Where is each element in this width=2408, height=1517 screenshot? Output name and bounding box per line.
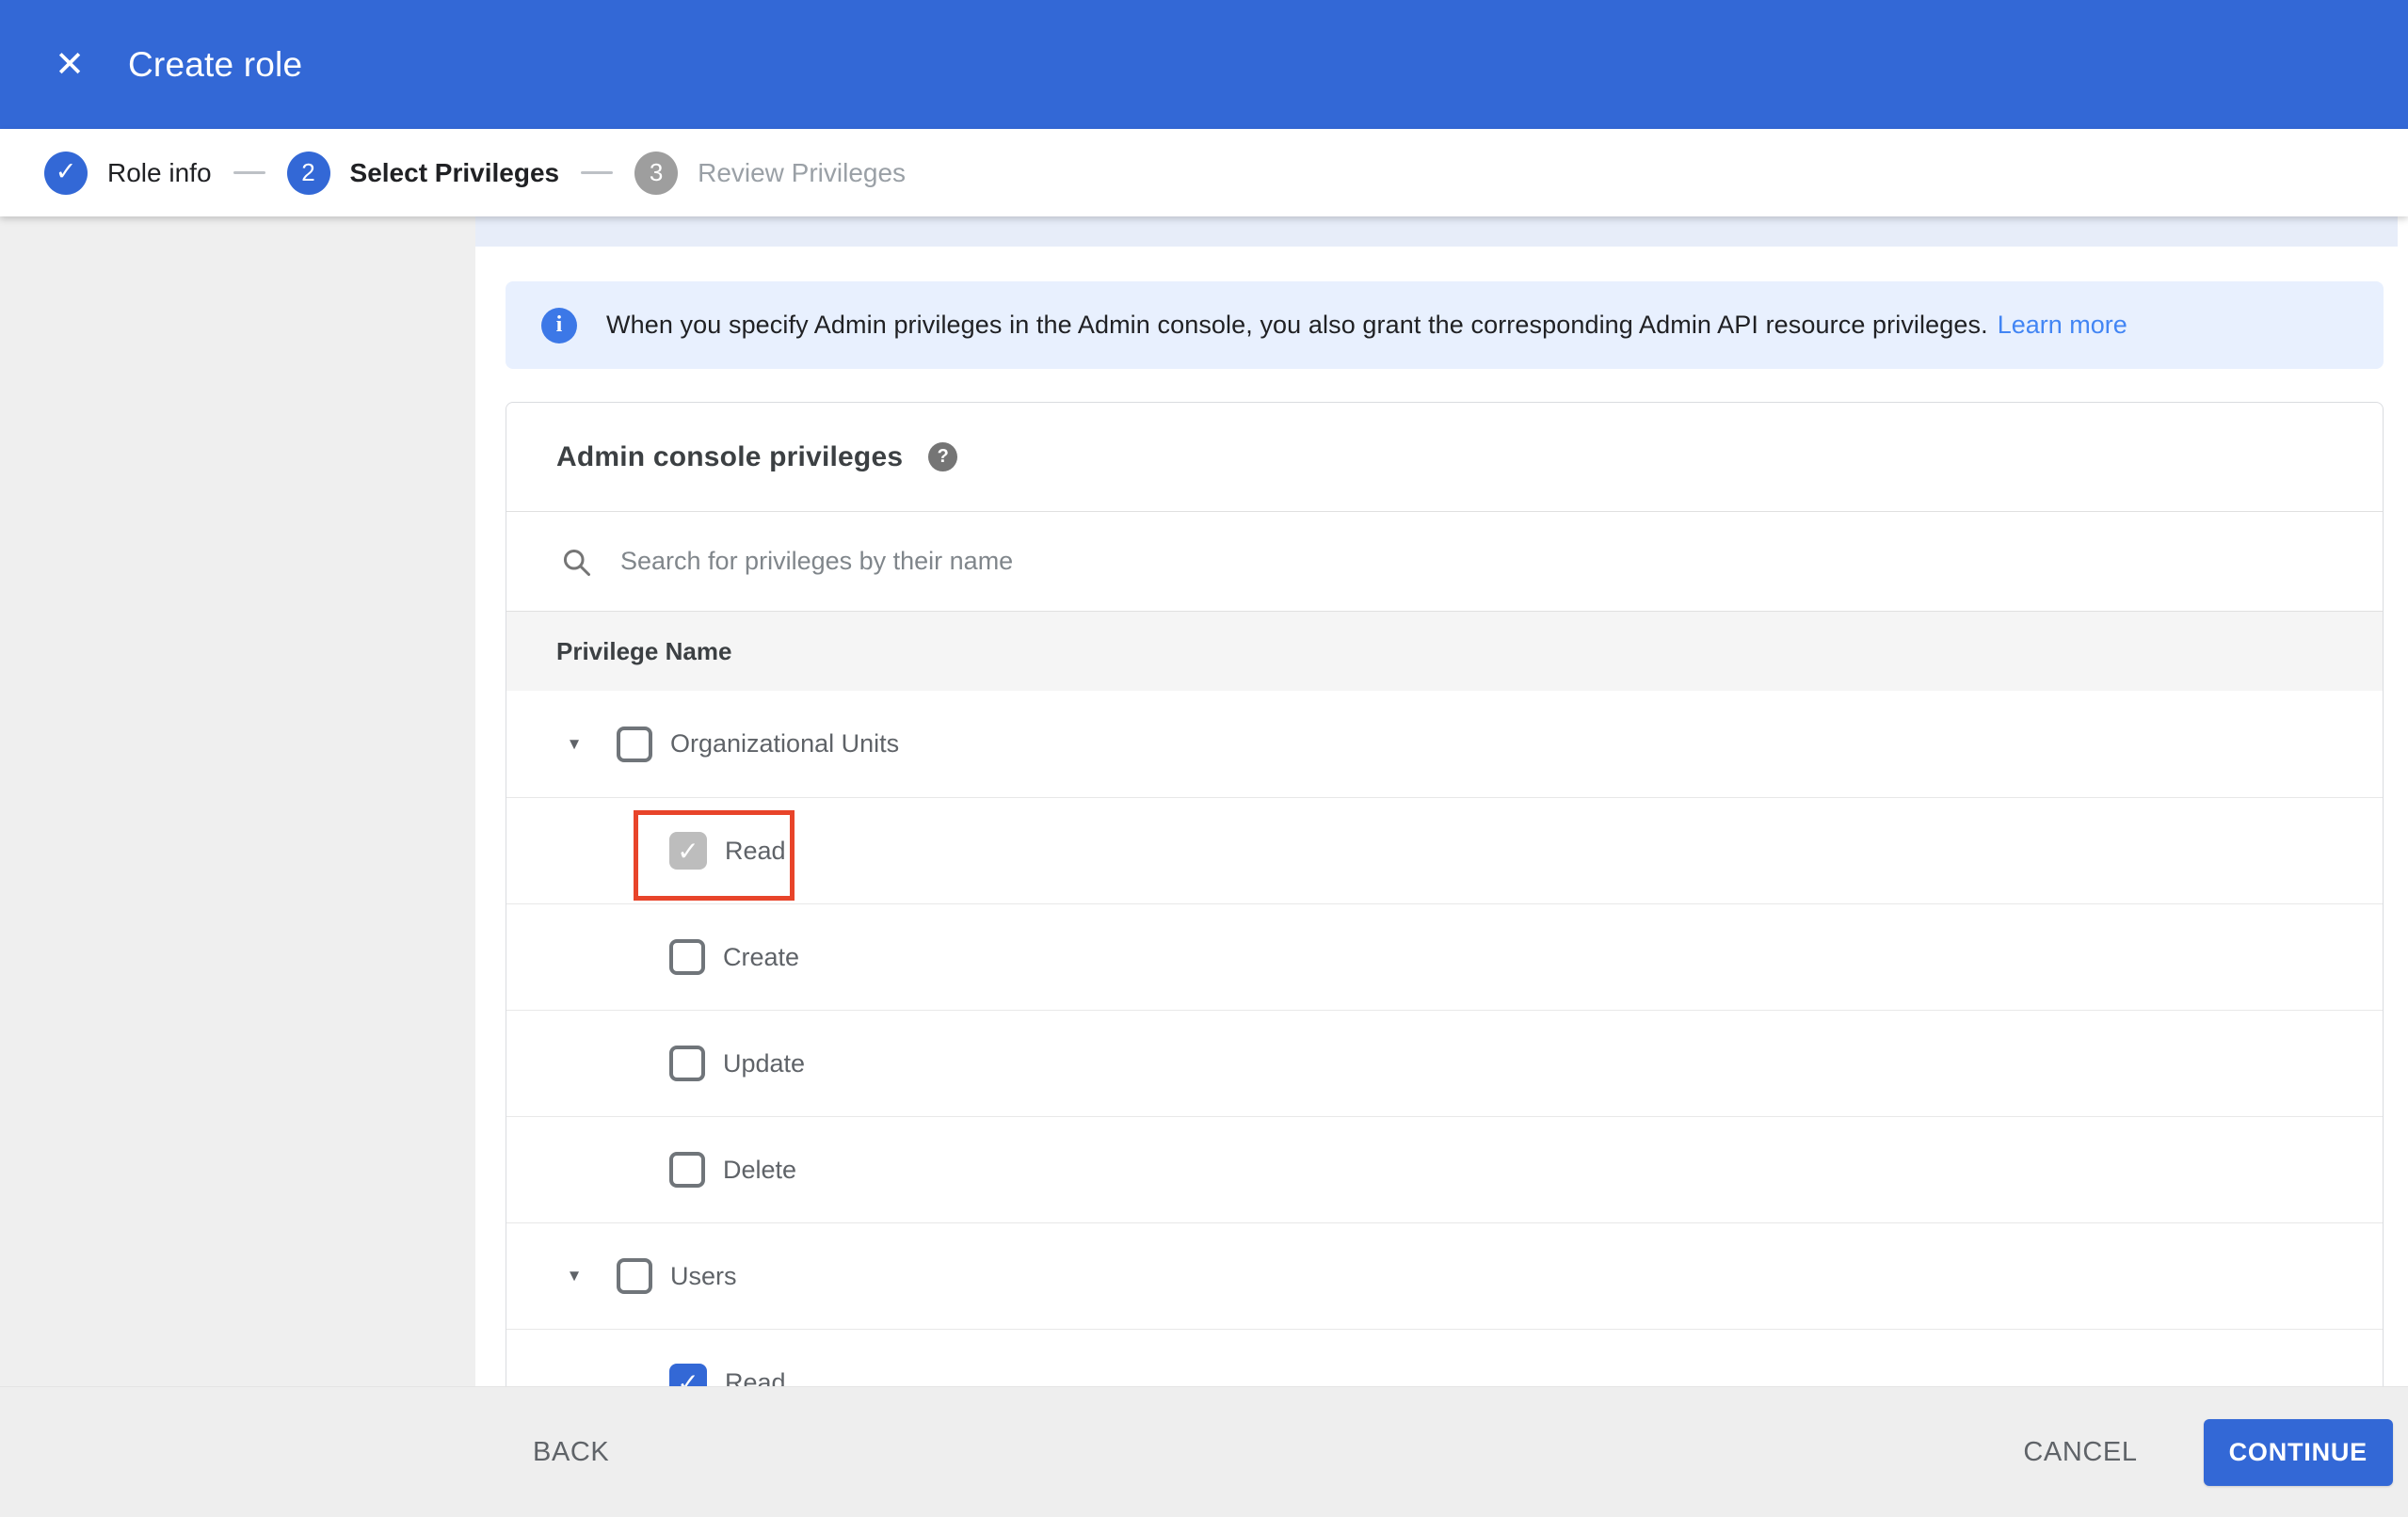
check-icon: ✓ xyxy=(55,157,77,185)
search-input[interactable] xyxy=(620,547,2383,576)
step-number-circle: 2 xyxy=(286,151,330,195)
privilege-name-column-header: Privilege Name xyxy=(506,611,2383,691)
continue-button[interactable]: CONTINUE xyxy=(2203,1418,2393,1486)
privilege-row-read: ✓ Read xyxy=(506,797,2383,903)
stepper-dash xyxy=(581,171,614,174)
privilege-row-delete: Delete xyxy=(506,1116,2383,1222)
search-row xyxy=(506,511,2383,611)
privilege-label: Users xyxy=(670,1261,737,1290)
cancel-button[interactable]: CANCEL xyxy=(2002,1420,2158,1485)
learn-more-link[interactable]: Learn more xyxy=(1998,311,2127,340)
privilege-label: Update xyxy=(723,1048,806,1078)
privilege-label: Create xyxy=(723,942,800,971)
step-number-circle: 3 xyxy=(634,151,679,195)
body: i When you specify Admin privileges in t… xyxy=(0,216,2408,1517)
scrolled-element-edge xyxy=(475,216,2398,247)
info-banner: i When you specify Admin privileges in t… xyxy=(506,281,2384,369)
banner-text: When you specify Admin privileges in the… xyxy=(606,311,1988,339)
chevron-down-icon[interactable]: ▼ xyxy=(558,1267,590,1285)
organizational-units-checkbox[interactable] xyxy=(617,726,652,762)
delete-checkbox[interactable] xyxy=(669,1152,705,1188)
card-title: Admin console privileges xyxy=(556,440,904,472)
stepper-dash xyxy=(233,171,265,174)
read-checkbox-checked[interactable]: ✓ xyxy=(669,832,707,870)
stepper-step-role-info[interactable]: ✓ Role info xyxy=(44,151,212,195)
footer-action-bar: BACK CANCEL CONTINUE xyxy=(0,1386,2408,1517)
stepper: ✓ Role info 2 Select Privileges 3 Review… xyxy=(0,129,2408,216)
privilege-label: Read xyxy=(725,836,786,865)
search-icon xyxy=(559,545,593,579)
left-sidebar xyxy=(0,216,475,1517)
step-complete-circle: ✓ xyxy=(44,151,88,195)
step-label: Review Privileges xyxy=(698,157,907,187)
privilege-label: Organizational Units xyxy=(670,729,900,758)
stepper-step-review-privileges[interactable]: 3 Review Privileges xyxy=(634,151,907,195)
step-label: Select Privileges xyxy=(349,157,560,187)
privilege-row-organizational-units: ▼ Organizational Units xyxy=(506,691,2383,797)
create-checkbox[interactable] xyxy=(669,939,705,975)
users-checkbox[interactable] xyxy=(617,1258,652,1294)
privilege-row-update: Update xyxy=(506,1010,2383,1116)
close-icon[interactable]: ✕ xyxy=(49,44,90,86)
stepper-step-select-privileges[interactable]: 2 Select Privileges xyxy=(286,151,560,195)
page-title: Create role xyxy=(128,44,303,84)
privilege-label: Delete xyxy=(723,1155,797,1184)
update-checkbox[interactable] xyxy=(669,1046,705,1081)
card-title-row: Admin console privileges ? xyxy=(506,403,2383,511)
step-label: Role info xyxy=(107,157,212,187)
help-icon[interactable]: ? xyxy=(928,442,958,471)
app-header: ✕ Create role xyxy=(0,0,2408,129)
privilege-row-users: ▼ Users xyxy=(506,1222,2383,1329)
privilege-row-create: Create xyxy=(506,903,2383,1010)
info-icon: i xyxy=(541,307,577,343)
main-content: i When you specify Admin privileges in t… xyxy=(475,216,2408,1517)
chevron-down-icon[interactable]: ▼ xyxy=(558,735,590,754)
back-button[interactable]: BACK xyxy=(512,1420,630,1485)
privileges-card: Admin console privileges ? Privilege Nam… xyxy=(506,402,2384,1436)
